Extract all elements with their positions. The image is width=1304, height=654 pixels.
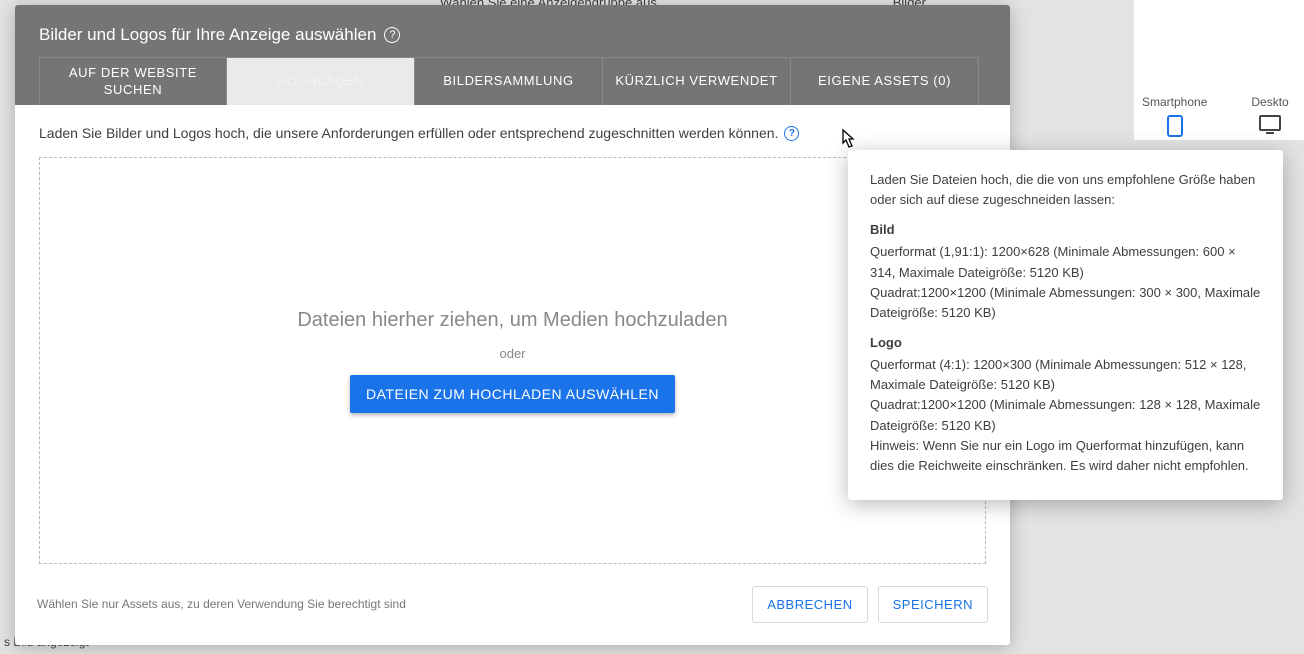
device-smartphone[interactable]: Smartphone (1142, 95, 1207, 137)
tooltip-logo-line1: Querformat (4:1): 1200×300 (Minimale Abm… (870, 355, 1261, 395)
device-desktop[interactable]: Deskto (1251, 95, 1288, 137)
dropzone-headline: Dateien hierher ziehen, um Medien hochzu… (297, 309, 727, 332)
tooltip-logo-title: Logo (870, 333, 1261, 353)
upload-dropzone[interactable]: Dateien hierher ziehen, um Medien hochzu… (39, 157, 986, 564)
tab-image-collection[interactable]: BILDERSAMMLUNG (415, 57, 603, 105)
modal-title: Bilder und Logos für Ihre Anzeige auswäh… (15, 5, 1010, 57)
cancel-button[interactable]: ABBRECHEN (752, 586, 867, 623)
footer-rights-note: Wählen Sie nur Assets aus, zu deren Verw… (37, 596, 406, 613)
smartphone-icon (1142, 115, 1207, 137)
tab-recently-used[interactable]: KÜRZLICH VERWENDET (603, 57, 791, 105)
modal-tabs: AUF DER WEBSITE SUCHEN HOCHLADEN BILDERS… (15, 57, 1010, 105)
tooltip-logo-note: Hinweis: Wenn Sie nur ein Logo im Querfo… (870, 436, 1261, 476)
tab-upload[interactable]: HOCHLADEN (227, 57, 415, 105)
select-files-button[interactable]: DATEIEN ZUM HOCHLADEN AUSWÄHLEN (350, 375, 675, 413)
modal-title-text: Bilder und Logos für Ihre Anzeige auswäh… (39, 25, 376, 45)
dropzone-separator: oder (499, 346, 525, 361)
tab-website-search[interactable]: AUF DER WEBSITE SUCHEN (39, 57, 227, 105)
requirements-tooltip: Laden Sie Dateien hoch, die die von uns … (848, 150, 1283, 500)
tooltip-logo-line2: Quadrat:1200×1200 (Minimale Abmessungen:… (870, 395, 1261, 435)
tab-own-assets[interactable]: EIGENE ASSETS (0) (791, 57, 979, 105)
tooltip-bild-line2: Quadrat:1200×1200 (Minimale Abmessungen:… (870, 283, 1261, 323)
bg-device-preview-panel: Smartphone Deskto (1134, 0, 1304, 140)
upload-instruction-text: Laden Sie Bilder und Logos hoch, die uns… (39, 125, 778, 141)
device-smartphone-label: Smartphone (1142, 95, 1207, 109)
modal-footer: Wählen Sie nur Assets aus, zu deren Verw… (15, 576, 1010, 645)
save-button[interactable]: SPEICHERN (878, 586, 988, 623)
device-desktop-label: Deskto (1251, 95, 1288, 109)
tooltip-bild-title: Bild (870, 220, 1261, 240)
desktop-icon (1251, 115, 1288, 137)
upload-instruction: Laden Sie Bilder und Logos hoch, die uns… (39, 125, 986, 141)
tooltip-intro: Laden Sie Dateien hoch, die die von uns … (870, 170, 1261, 210)
tooltip-bild-line1: Querformat (1,91:1): 1200×628 (Minimale … (870, 242, 1261, 282)
help-icon[interactable]: ? (384, 27, 400, 43)
requirements-help-icon[interactable]: ? (784, 126, 799, 141)
